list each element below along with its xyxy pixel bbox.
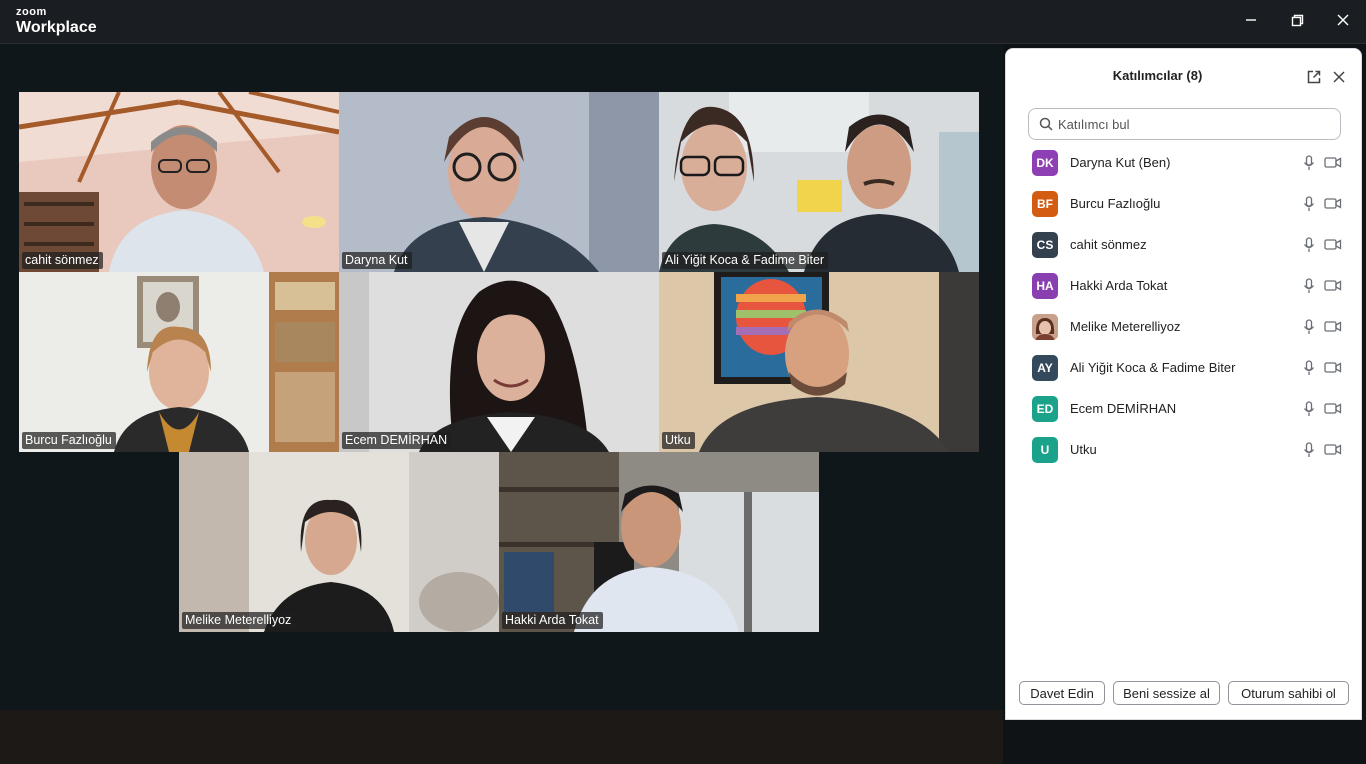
avatar-image	[1032, 313, 1058, 340]
participant-name-label: Burcu Fazlıoğlu	[22, 432, 116, 449]
video-tile[interactable]: cahit sönmez	[19, 92, 339, 272]
video-feed	[19, 92, 339, 272]
microphone-icon[interactable]	[1303, 360, 1315, 381]
participant-row[interactable]: Melike Meterelliyoz	[1006, 306, 1363, 347]
restore-button[interactable]	[1274, 0, 1320, 40]
participant-name: Ali Yiğit Koca & Fadime Biter	[1070, 360, 1236, 375]
search-icon	[1039, 117, 1053, 131]
participant-row[interactable]: DK Daryna Kut (Ben)	[1006, 142, 1363, 183]
claim-host-button[interactable]: Oturum sahibi ol	[1228, 681, 1349, 705]
participant-list: DK Daryna Kut (Ben) BF Burcu Fazlıoğlu C…	[1006, 142, 1363, 470]
brand-zoom: zoom	[16, 6, 47, 18]
close-icon	[1337, 14, 1349, 26]
avatar: HA	[1032, 272, 1058, 299]
minimize-icon	[1246, 19, 1256, 21]
participants-footer: Davet Edin Beni sessize al Oturum sahibi…	[1006, 681, 1363, 707]
close-panel-button[interactable]	[1329, 67, 1349, 87]
avatar: DK	[1032, 149, 1058, 176]
restore-icon	[1291, 14, 1303, 26]
video-tile[interactable]: Utku	[659, 272, 979, 452]
stage-footer-area	[0, 710, 1003, 764]
participant-name-label: Ali Yiğit Koca & Fadime Biter	[662, 252, 829, 269]
video-tile[interactable]: Ali Yiğit Koca & Fadime Biter	[659, 92, 979, 272]
participant-name-label: Utku	[662, 432, 695, 449]
video-gallery: cahit sönmez Daryna Kut Ali Yiğit Koca &…	[0, 44, 1003, 764]
video-camera-icon[interactable]	[1324, 320, 1342, 338]
participant-name: cahit sönmez	[1070, 237, 1147, 252]
microphone-icon[interactable]	[1303, 319, 1315, 340]
microphone-icon[interactable]	[1303, 278, 1315, 299]
video-feed	[339, 92, 659, 272]
participant-name-label: Hakki Arda Tokat	[502, 612, 603, 629]
avatar: ED	[1032, 395, 1058, 422]
video-camera-icon[interactable]	[1324, 443, 1342, 461]
participants-panel-header: Katılımcılar (8)	[1006, 49, 1363, 101]
participant-name-label: Melike Meterelliyoz	[182, 612, 296, 629]
video-feed	[659, 92, 979, 272]
video-tile[interactable]: Daryna Kut	[339, 92, 659, 272]
microphone-icon[interactable]	[1303, 196, 1315, 217]
participant-name: Daryna Kut (Ben)	[1070, 155, 1171, 170]
mute-me-button[interactable]: Beni sessize al	[1113, 681, 1220, 705]
video-camera-icon[interactable]	[1324, 197, 1342, 215]
brand-workplace: Workplace	[16, 19, 97, 36]
participant-name: Melike Meterelliyoz	[1070, 319, 1181, 334]
microphone-icon[interactable]	[1303, 442, 1315, 463]
app-logo: zoom Workplace	[16, 7, 97, 37]
video-feed	[19, 272, 339, 452]
participant-name: Burcu Fazlıoğlu	[1070, 196, 1161, 211]
video-tile[interactable]: Ecem DEMİRHAN	[339, 272, 659, 452]
participant-name-label: Daryna Kut	[342, 252, 412, 269]
microphone-icon[interactable]	[1303, 401, 1315, 422]
title-bar: zoom Workplace	[0, 0, 1366, 44]
avatar: BF	[1032, 190, 1058, 217]
avatar: U	[1032, 436, 1058, 463]
minimize-button[interactable]	[1228, 0, 1274, 40]
video-feed	[179, 452, 499, 632]
participant-row[interactable]: AY Ali Yiğit Koca & Fadime Biter	[1006, 347, 1363, 388]
participant-name-label: Ecem DEMİRHAN	[342, 432, 452, 449]
close-icon	[1333, 71, 1345, 83]
video-tile[interactable]: Melike Meterelliyoz	[179, 452, 499, 632]
popout-icon	[1307, 70, 1321, 84]
avatar-photo	[1032, 313, 1058, 340]
video-camera-icon[interactable]	[1324, 279, 1342, 297]
popout-button[interactable]	[1304, 67, 1324, 87]
avatar: CS	[1032, 231, 1058, 258]
participant-name: Utku	[1070, 442, 1097, 457]
participants-panel: Katılımcılar (8) DK Daryna Kut (Ben) BF …	[1005, 48, 1362, 720]
participant-row[interactable]: CS cahit sönmez	[1006, 224, 1363, 265]
video-tile[interactable]: Hakki Arda Tokat	[499, 452, 819, 632]
video-feed	[339, 272, 659, 452]
video-feed	[499, 452, 819, 632]
participant-name: Ecem DEMİRHAN	[1070, 401, 1177, 416]
video-camera-icon[interactable]	[1324, 156, 1342, 174]
video-camera-icon[interactable]	[1324, 238, 1342, 256]
participant-row[interactable]: U Utku	[1006, 429, 1363, 470]
close-window-button[interactable]	[1320, 0, 1366, 40]
participant-name-label: cahit sönmez	[22, 252, 103, 269]
avatar: AY	[1032, 354, 1058, 381]
invite-button[interactable]: Davet Edin	[1019, 681, 1105, 705]
participant-search[interactable]	[1028, 108, 1341, 140]
video-tile[interactable]: Burcu Fazlıoğlu	[19, 272, 339, 452]
participant-row[interactable]: ED Ecem DEMİRHAN	[1006, 388, 1363, 429]
participant-row[interactable]: BF Burcu Fazlıoğlu	[1006, 183, 1363, 224]
participant-name: Hakki Arda Tokat	[1070, 278, 1168, 293]
microphone-icon[interactable]	[1303, 237, 1315, 258]
participant-row[interactable]: HA Hakki Arda Tokat	[1006, 265, 1363, 306]
search-input[interactable]	[1058, 116, 1328, 132]
microphone-icon[interactable]	[1303, 155, 1315, 176]
video-feed	[659, 272, 979, 452]
participants-title: Katılımcılar (8)	[1112, 68, 1203, 83]
video-camera-icon[interactable]	[1324, 402, 1342, 420]
video-camera-icon[interactable]	[1324, 361, 1342, 379]
